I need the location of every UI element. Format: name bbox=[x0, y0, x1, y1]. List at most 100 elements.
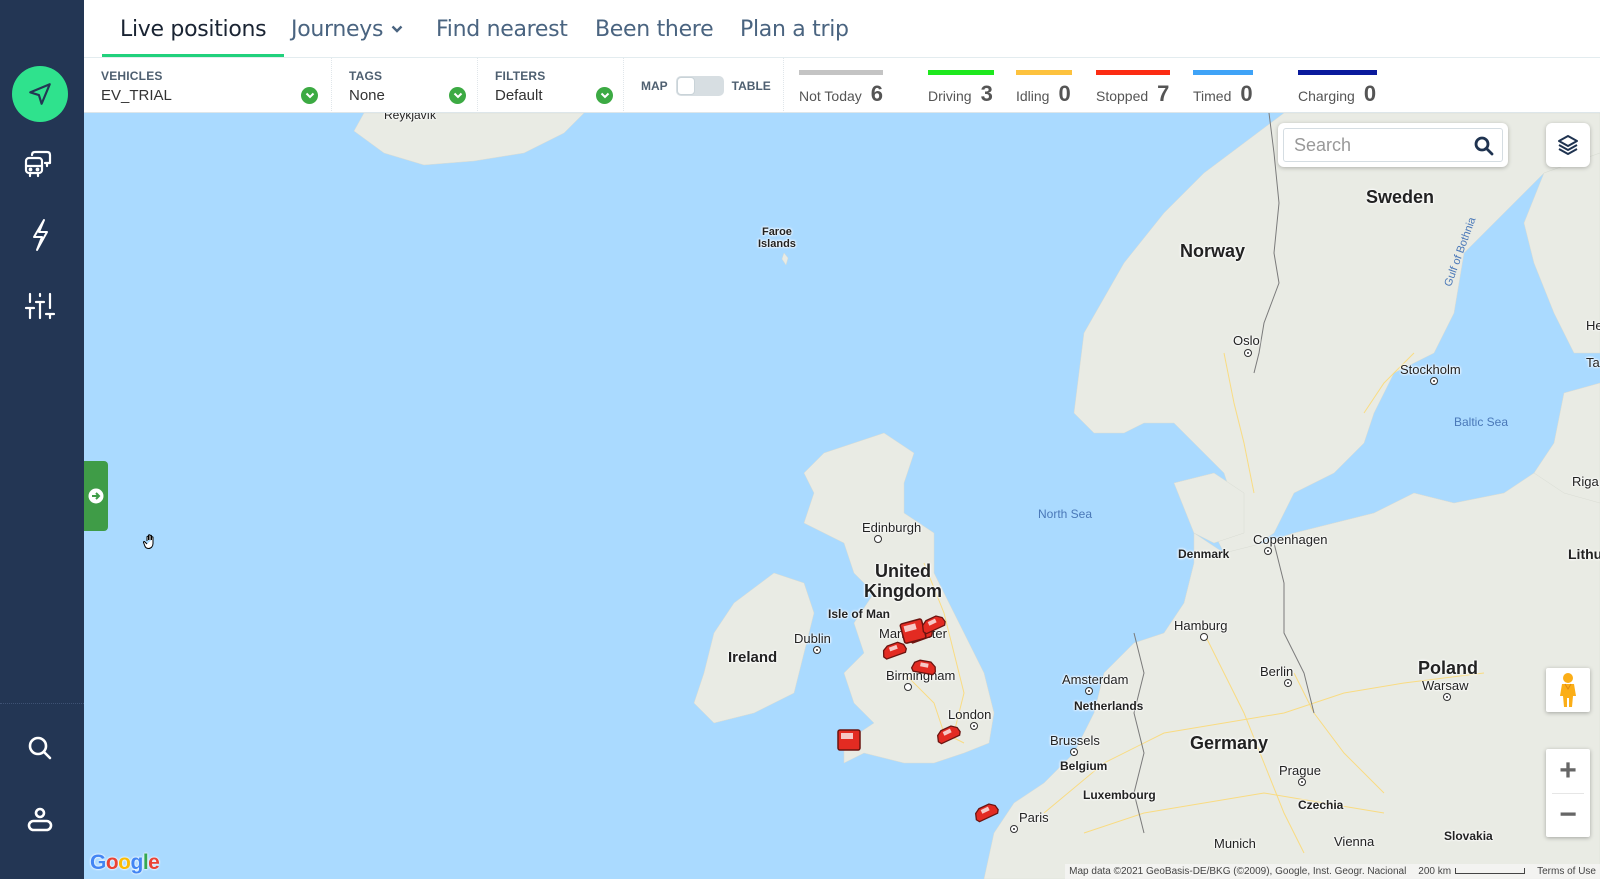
google-logo-letter: e bbox=[148, 851, 160, 874]
status-not-today[interactable]: Not Today 6 bbox=[799, 70, 883, 107]
city-marker bbox=[1284, 679, 1292, 687]
top-navigation: Live positions Journeys Find nearest Bee… bbox=[84, 0, 1600, 58]
city-marker bbox=[1070, 748, 1078, 756]
status-color-bar bbox=[799, 70, 883, 75]
place-label-reykjavik: Reykjavík bbox=[384, 113, 437, 122]
place-label-united-kingdom: United Kingdom bbox=[864, 561, 942, 601]
tab-find-nearest[interactable]: Find nearest bbox=[436, 0, 568, 58]
vehicles-icon bbox=[24, 150, 52, 178]
status-count: 7 bbox=[1157, 81, 1170, 106]
tab-been-there[interactable]: Been there bbox=[595, 0, 714, 58]
place-label-faroe-islands: Faroe Islands bbox=[758, 226, 796, 250]
tab-label: Been there bbox=[595, 17, 714, 42]
tags-filter[interactable]: TAGS None bbox=[332, 58, 478, 113]
status-driving[interactable]: Driving 3 bbox=[928, 70, 994, 107]
tab-journeys[interactable]: Journeys bbox=[291, 0, 403, 58]
dropdown-check-icon[interactable] bbox=[301, 87, 318, 104]
city-marker bbox=[813, 646, 821, 654]
lightning-icon bbox=[33, 219, 48, 251]
dropdown-check-icon[interactable] bbox=[596, 87, 613, 104]
zoom-controls: + − bbox=[1546, 749, 1590, 837]
sliders-icon bbox=[24, 292, 56, 320]
place-label-riga: Riga bbox=[1572, 474, 1599, 489]
place-label-belgium: Belgium bbox=[1060, 759, 1108, 773]
vehicle-marker[interactable] bbox=[836, 727, 864, 751]
toggle-knob bbox=[676, 77, 695, 95]
sidebar-divider bbox=[0, 703, 84, 704]
sidebar-item-search[interactable] bbox=[12, 720, 68, 776]
status-label: Driving bbox=[928, 88, 972, 104]
place-label-sweden: Sweden bbox=[1366, 187, 1435, 207]
terms-of-use-link[interactable]: Terms of Use bbox=[1537, 866, 1596, 877]
map-view-label: MAP bbox=[641, 79, 668, 93]
zoom-divider bbox=[1552, 793, 1584, 794]
map-table-toggle[interactable] bbox=[675, 76, 724, 96]
status-label: Stopped bbox=[1096, 88, 1149, 104]
tab-label: Find nearest bbox=[436, 17, 568, 42]
place-label-munich: Munich bbox=[1214, 836, 1256, 851]
status-color-bar bbox=[1193, 70, 1253, 75]
street-view-pegman[interactable] bbox=[1546, 668, 1590, 712]
app: Live positions Journeys Find nearest Bee… bbox=[0, 0, 1600, 879]
map-layers-button[interactable] bbox=[1546, 123, 1590, 167]
sidebar-item-profile[interactable] bbox=[12, 792, 68, 848]
status-label: Not Today bbox=[799, 88, 862, 104]
place-label-germany: Germany bbox=[1190, 733, 1269, 753]
vehicles-filter[interactable]: VEHICLES EV_TRIAL bbox=[84, 58, 332, 113]
chevron-down-icon bbox=[387, 22, 403, 37]
landmass-ireland bbox=[693, 572, 815, 724]
status-label: Timed bbox=[1193, 88, 1232, 104]
place-label-lithuania: Lithuan bbox=[1568, 546, 1600, 562]
status-color-bar bbox=[928, 70, 994, 75]
map-canvas[interactable]: Reykjavík Faroe Islands Sweden Norway Os… bbox=[84, 113, 1600, 879]
landmass-faroe bbox=[781, 252, 789, 266]
van-icon bbox=[837, 729, 861, 751]
filters-filter[interactable]: FILTERS Default bbox=[478, 58, 624, 113]
map-search-input[interactable] bbox=[1283, 128, 1503, 162]
tab-live-positions[interactable]: Live positions bbox=[101, 0, 285, 58]
status-label: Charging bbox=[1298, 88, 1355, 104]
sidebar-item-vehicles[interactable] bbox=[12, 136, 68, 192]
scale-label: 200 km bbox=[1418, 866, 1452, 877]
tab-plan-a-trip[interactable]: Plan a trip bbox=[740, 0, 849, 58]
status-count: 0 bbox=[1058, 81, 1071, 106]
status-charging[interactable]: Charging 0 bbox=[1298, 70, 1377, 107]
google-logo-letter: G bbox=[90, 851, 106, 874]
map-base-layer bbox=[353, 113, 1600, 879]
dropdown-check-icon[interactable] bbox=[449, 87, 466, 104]
zoom-out-button[interactable]: − bbox=[1546, 793, 1590, 837]
map-attribution: Map data ©2021 GeoBasis-DE/BKG (©2009), … bbox=[1065, 864, 1600, 879]
city-marker bbox=[1443, 693, 1451, 701]
status-count: 3 bbox=[980, 81, 993, 106]
place-label-prague: Prague bbox=[1279, 763, 1321, 778]
city-marker bbox=[1085, 687, 1093, 695]
status-count: 0 bbox=[1240, 81, 1253, 106]
city-marker bbox=[1264, 547, 1272, 555]
place-label-ireland: Ireland bbox=[728, 649, 778, 666]
status-count: 6 bbox=[870, 81, 884, 106]
tab-label: Plan a trip bbox=[740, 17, 849, 42]
tags-filter-value: None bbox=[349, 87, 385, 104]
status-timed[interactable]: Timed 0 bbox=[1193, 70, 1253, 107]
sidebar-item-settings[interactable] bbox=[12, 278, 68, 334]
place-label-amsterdam: Amsterdam bbox=[1062, 672, 1129, 687]
search-icon[interactable] bbox=[1474, 136, 1494, 156]
status-color-bar bbox=[1298, 70, 1377, 75]
sidebar-item-charging[interactable] bbox=[12, 207, 68, 263]
place-label-north-sea: North Sea bbox=[1038, 507, 1093, 521]
map-scale[interactable]: 200 km bbox=[1418, 866, 1526, 877]
place-label-paris: Paris bbox=[1019, 810, 1049, 825]
sidebar-item-live-positions[interactable] bbox=[12, 66, 68, 122]
filters-filter-value: Default bbox=[495, 87, 543, 104]
zoom-in-button[interactable]: + bbox=[1546, 749, 1590, 793]
status-idling[interactable]: Idling 0 bbox=[1016, 70, 1072, 107]
place-label-edinburgh: Edinburgh bbox=[862, 520, 922, 535]
status-color-bar bbox=[1096, 70, 1170, 75]
place-label-oslo: Oslo bbox=[1233, 333, 1260, 348]
place-label-stockholm: Stockholm bbox=[1400, 362, 1461, 377]
google-logo: Google bbox=[90, 851, 160, 875]
status-stopped[interactable]: Stopped 7 bbox=[1096, 70, 1170, 107]
map-data-credit: Map data ©2021 GeoBasis-DE/BKG (©2009), … bbox=[1069, 866, 1407, 877]
expand-panel-button[interactable] bbox=[84, 461, 108, 531]
place-label-luxembourg: Luxembourg bbox=[1083, 788, 1156, 802]
